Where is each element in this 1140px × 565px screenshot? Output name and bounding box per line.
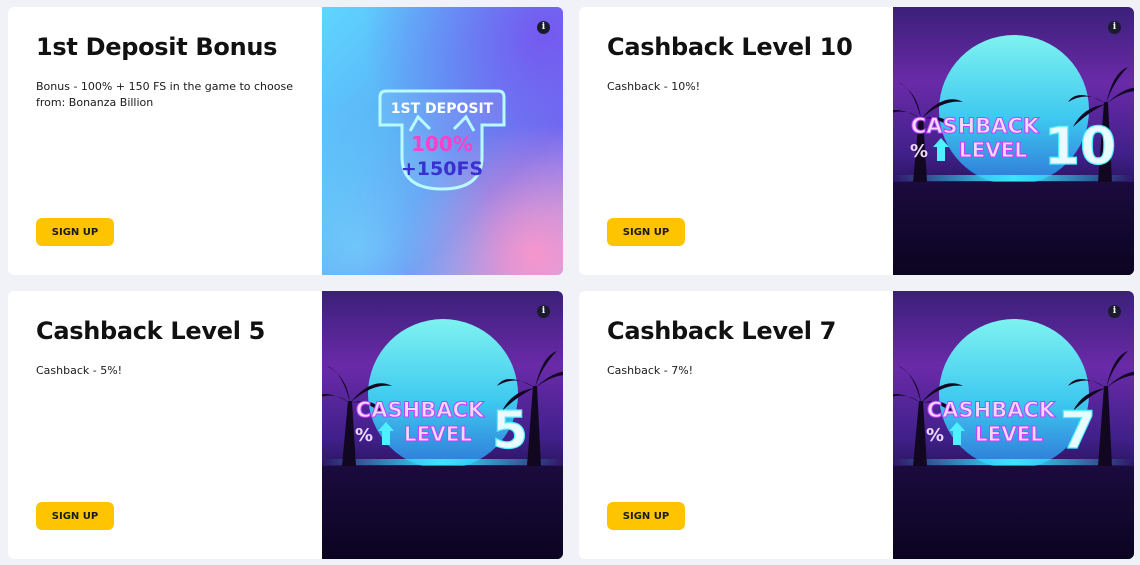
info-icon[interactable]: i [1108, 305, 1121, 318]
cashback-word: CASHBACK [911, 114, 1040, 138]
promo-image-cashback-7: CASHBACK % LEVEL 7 i [893, 291, 1134, 559]
info-icon[interactable]: i [1108, 21, 1121, 34]
sign-up-button[interactable]: SIGN UP [36, 502, 114, 530]
cashback-art: CASHBACK % LEVEL 7 [893, 351, 1134, 466]
deposit-badge-art: 1ST DEPOSIT 100% +150FS [378, 89, 506, 191]
level-number: 5 [492, 401, 528, 461]
deposit-line-1: 1ST DEPOSIT [391, 101, 494, 117]
promo-image-cashback-5: CASHBACK % LEVEL 5 i [322, 291, 563, 559]
card-title: 1st Deposit Bonus [36, 33, 278, 61]
sign-up-button[interactable]: SIGN UP [607, 218, 685, 246]
cashback-art: CASHBACK % LEVEL 5 [322, 351, 563, 466]
arrow-up-icon [378, 422, 394, 445]
card-description: Cashback - 5%! [36, 364, 123, 377]
cashback-art: CASHBACK % LEVEL 10 [893, 67, 1134, 182]
card-description: Bonus - 100% + 150 FS in the game to cho… [36, 80, 293, 109]
cashback-word: CASHBACK [927, 398, 1056, 422]
arrow-up-icon [933, 138, 949, 161]
arrow-up-icon [949, 422, 965, 445]
info-icon[interactable]: i [537, 21, 550, 34]
bonus-card-cashback-level-7: Cashback Level 7 Cashback - 7%! SIGN UP … [579, 291, 1134, 559]
promo-image-first-deposit: 1ST DEPOSIT 100% +150FS i [322, 7, 563, 275]
percent-symbol: % [910, 141, 928, 162]
percent-symbol: % [355, 425, 373, 446]
level-word: LEVEL [975, 422, 1044, 446]
deposit-line-3: +150FS [401, 158, 483, 180]
level-word: LEVEL [404, 422, 473, 446]
promo-image-cashback-10: CASHBACK % LEVEL 10 i [893, 7, 1134, 275]
bonus-card-cashback-level-5: Cashback Level 5 Cashback - 5%! SIGN UP … [8, 291, 563, 559]
level-number: 7 [1060, 401, 1096, 461]
bonus-card-first-deposit: 1st Deposit Bonus Bonus - 100% + 150 FS … [8, 7, 563, 275]
sign-up-button[interactable]: SIGN UP [607, 502, 685, 530]
card-title: Cashback Level 5 [36, 317, 266, 345]
card-description: Cashback - 7%! [607, 364, 694, 377]
cashback-word: CASHBACK [356, 398, 485, 422]
level-word: LEVEL [959, 138, 1028, 162]
level-number: 10 [1044, 117, 1116, 177]
info-icon[interactable]: i [537, 305, 550, 318]
card-title: Cashback Level 10 [607, 33, 853, 61]
percent-symbol: % [926, 425, 944, 446]
sign-up-button[interactable]: SIGN UP [36, 218, 114, 246]
deposit-line-2: 100% [411, 132, 473, 156]
card-title: Cashback Level 7 [607, 317, 837, 345]
bonus-card-cashback-level-10: Cashback Level 10 Cashback - 10%! SIGN U… [579, 7, 1134, 275]
card-description: Cashback - 10%! [607, 80, 701, 93]
